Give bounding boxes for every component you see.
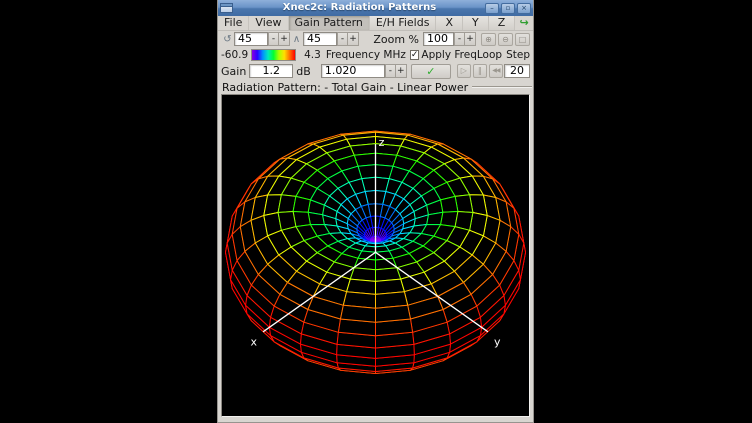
incline-icon: ∧	[290, 34, 303, 45]
zoom-minus-button[interactable]: -	[454, 32, 465, 46]
menu-view[interactable]: View	[249, 16, 288, 30]
pattern-frame-header: Radiation Pattern: - Total Gain - Linear…	[218, 80, 533, 94]
zoom-label: Zoom %	[373, 33, 419, 46]
button-z-axis[interactable]: Z	[489, 16, 516, 30]
step-label: Step	[506, 49, 530, 61]
loop-rewind-button[interactable]: ◀◀	[489, 64, 503, 78]
tab-eh-fields[interactable]: E/H Fields	[370, 16, 437, 30]
button-x-axis[interactable]: X	[436, 16, 463, 30]
gain-value-field[interactable]: 1.2	[249, 64, 293, 78]
frame-divider	[472, 86, 532, 88]
tab-gain-pattern[interactable]: Gain Pattern	[289, 16, 370, 30]
view-controls-row: ↺ 45 - + ∧ 45 - + Zoom % 100 - + ⊕ ⊖ □	[218, 31, 533, 47]
db-unit-label: dB	[296, 65, 311, 78]
gain-max-label: 4.3	[304, 49, 321, 61]
zoom-reset-button[interactable]: □	[515, 33, 530, 46]
radiation-pattern-canvas[interactable]: x y z	[221, 94, 530, 417]
zoom-plus-button[interactable]: +	[465, 32, 476, 46]
loop-play-button[interactable]: ▷	[457, 64, 471, 78]
window-title: Xnec2c: Radiation Patterns	[236, 0, 483, 16]
rotate-icon: ↺	[221, 34, 234, 45]
rotate-minus-button[interactable]: -	[268, 32, 279, 46]
button-y-axis[interactable]: Y	[463, 16, 489, 30]
zoom-spinbox[interactable]: 100	[423, 32, 454, 46]
steps-field[interactable]: 20	[504, 64, 530, 78]
axis-label-y: y	[494, 335, 501, 348]
gain-colorbar	[251, 49, 295, 61]
rotate-spinbox[interactable]: 45	[234, 32, 268, 46]
xnec2c-window: Xnec2c: Radiation Patterns – ▫ × File Vi…	[217, 0, 534, 423]
axis-label-z: z	[379, 136, 385, 149]
loop-pause-button[interactable]: ‖	[473, 64, 487, 78]
incline-spinbox[interactable]: 45	[303, 32, 337, 46]
apply-freq-checkbox[interactable]: ✓	[410, 50, 420, 60]
title-bar[interactable]: Xnec2c: Radiation Patterns – ▫ ×	[218, 0, 533, 16]
gain-label: Gain	[221, 65, 246, 78]
incline-plus-button[interactable]: +	[348, 32, 359, 46]
frequency-minus-button[interactable]: -	[385, 64, 396, 78]
window-icon	[220, 3, 233, 13]
gain-row: Gain 1.2 dB 1.020 - + ✓ ▷ ‖ ◀◀ 20	[218, 62, 533, 80]
apply-frequency-button[interactable]: ✓	[411, 64, 451, 79]
menu-bar: File View Gain Pattern E/H Fields X Y Z …	[218, 16, 533, 31]
zoom-out-button[interactable]: ⊖	[498, 33, 513, 46]
close-button[interactable]: ×	[517, 3, 531, 14]
frequency-plus-button[interactable]: +	[396, 64, 407, 78]
incline-minus-button[interactable]: -	[337, 32, 348, 46]
minimize-button[interactable]: –	[485, 3, 499, 14]
frequency-row: -60.9 4.3 Frequency MHz ✓ Apply Freq Loo…	[218, 47, 533, 62]
frequency-mhz-label: Frequency MHz	[326, 49, 406, 61]
gain-min-label: -60.9	[221, 49, 248, 61]
menu-file[interactable]: File	[218, 16, 249, 30]
redraw-arrow-icon[interactable]: ↪	[515, 16, 533, 30]
zoom-in-button[interactable]: ⊕	[481, 33, 496, 46]
pattern-frame-title: Radiation Pattern: - Total Gain - Linear…	[222, 81, 468, 94]
frequency-spinbox[interactable]: 1.020	[321, 64, 385, 78]
loop-label: Loop	[477, 49, 502, 61]
maximize-button[interactable]: ▫	[501, 3, 515, 14]
rotate-plus-button[interactable]: +	[279, 32, 290, 46]
apply-freq-label: Apply Freq	[421, 49, 476, 61]
axis-label-x: x	[250, 335, 257, 348]
